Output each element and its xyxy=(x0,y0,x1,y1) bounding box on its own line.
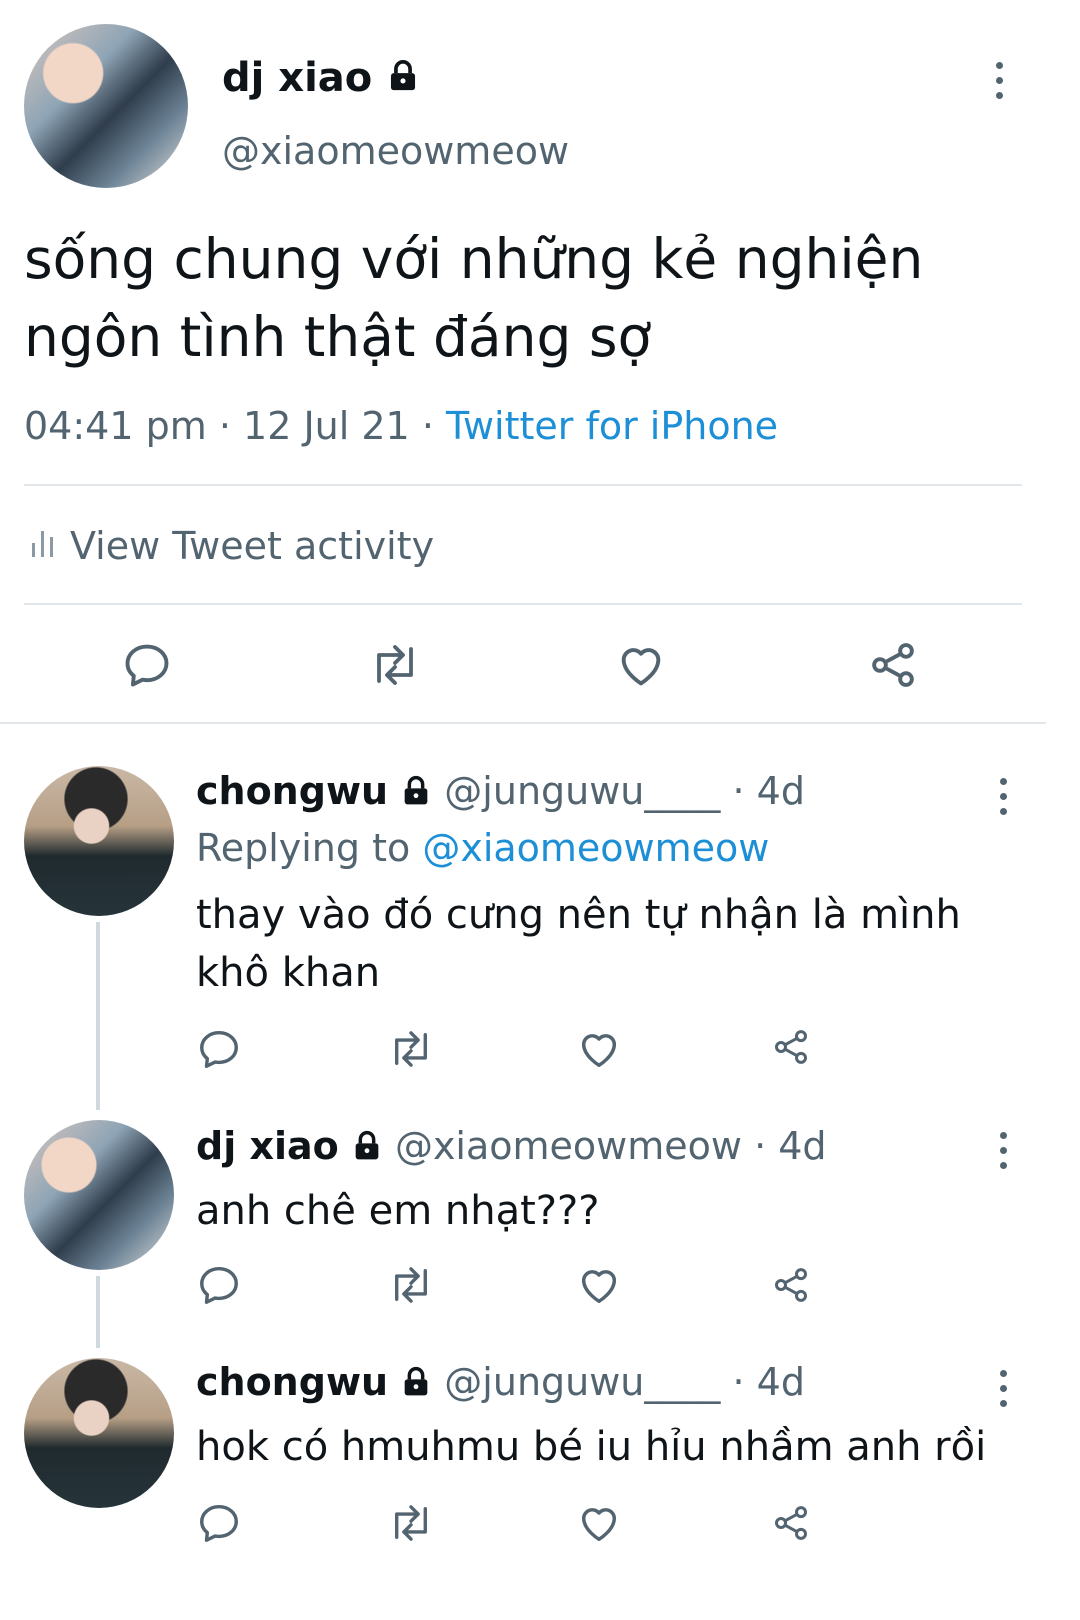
reply-display-name[interactable]: chongwu xyxy=(196,1360,388,1404)
like-button[interactable] xyxy=(574,1498,624,1548)
heart-icon xyxy=(621,648,661,686)
reply-age[interactable]: 4d xyxy=(757,769,805,813)
separator: · xyxy=(421,404,434,448)
replying-to: Replying to @xiaomeowmeow xyxy=(196,822,769,874)
thread-line xyxy=(96,922,100,1110)
tweet-text: sống chung với những kẻ nghiện ngôn tình… xyxy=(24,220,923,376)
like-button[interactable] xyxy=(574,1024,624,1074)
reply-button[interactable] xyxy=(194,1498,244,1548)
reply-age[interactable]: 4d xyxy=(778,1124,826,1168)
like-button[interactable] xyxy=(612,636,670,694)
tweet-text-line: ngôn tình thật đáng sợ xyxy=(24,305,652,369)
bar-chart-icon xyxy=(30,520,56,572)
heart-icon xyxy=(581,1508,617,1542)
thread-line xyxy=(96,1276,100,1348)
retweet-button[interactable] xyxy=(384,1260,438,1310)
reply-button[interactable] xyxy=(194,1260,244,1310)
lock-icon xyxy=(386,54,420,106)
like-button[interactable] xyxy=(574,1260,624,1310)
reply-handle[interactable]: @junguwu____ xyxy=(444,769,720,813)
reply-handle[interactable]: @xiaomeowmeow xyxy=(395,1124,742,1168)
share-button[interactable] xyxy=(864,636,922,694)
separator: · xyxy=(732,769,745,813)
retweet-icon xyxy=(395,1267,427,1303)
view-tweet-activity[interactable]: View Tweet activity xyxy=(30,520,434,572)
more-vertical-icon[interactable] xyxy=(996,58,1003,103)
author-display-name[interactable]: dj xiao xyxy=(222,55,372,101)
lock-icon xyxy=(400,1359,432,1411)
tweet-time[interactable]: 04:41 pm xyxy=(24,404,207,448)
more-vertical-icon[interactable] xyxy=(1000,774,1007,819)
retweet-button[interactable] xyxy=(384,1498,438,1548)
reply-button[interactable] xyxy=(194,1024,244,1074)
reply-avatar[interactable] xyxy=(24,766,174,916)
more-vertical-icon[interactable] xyxy=(1000,1366,1007,1411)
reply-header: chongwu @junguwu____ · 4d xyxy=(196,765,805,820)
lock-icon xyxy=(351,1123,383,1175)
reply-header: dj xiao @xiaomeowmeow · 4d xyxy=(196,1120,827,1175)
divider xyxy=(24,603,1022,605)
reply-text-line: anh chê em nhạt??? xyxy=(196,1188,600,1234)
separator: · xyxy=(218,404,231,448)
speech-bubble-icon xyxy=(200,1030,238,1068)
reply-display-name[interactable]: dj xiao xyxy=(196,1124,339,1168)
author-name-row[interactable]: dj xiao xyxy=(222,52,420,106)
tweet-source-link[interactable]: Twitter for iPhone xyxy=(446,404,778,448)
heart-icon xyxy=(581,1270,617,1304)
reply-header: chongwu @junguwu____ · 4d xyxy=(196,1356,805,1411)
reply-avatar[interactable] xyxy=(24,1358,174,1508)
share-button[interactable] xyxy=(768,1024,814,1070)
retweet-icon xyxy=(377,645,413,685)
author-avatar[interactable] xyxy=(24,24,188,188)
heart-icon xyxy=(581,1034,617,1068)
view-tweet-activity-label: View Tweet activity xyxy=(70,524,435,568)
retweet-icon xyxy=(395,1505,427,1541)
replying-to-label: Replying to xyxy=(196,826,411,870)
reply-text-line: thay vào đó cưng nên tự nhận là mình xyxy=(196,892,961,938)
divider xyxy=(0,722,1046,724)
retweet-button[interactable] xyxy=(384,1024,438,1074)
speech-bubble-icon xyxy=(200,1504,238,1542)
share-icon xyxy=(774,1030,808,1064)
lock-icon xyxy=(400,768,432,820)
reply-text-line: khô khan xyxy=(196,950,381,996)
share-icon xyxy=(774,1268,808,1302)
reply-display-name[interactable]: chongwu xyxy=(196,769,388,813)
retweet-button[interactable] xyxy=(364,636,426,694)
separator: · xyxy=(732,1360,745,1404)
replying-to-handle[interactable]: @xiaomeowmeow xyxy=(422,826,769,870)
share-icon xyxy=(774,1506,808,1540)
share-icon xyxy=(872,643,914,687)
retweet-icon xyxy=(395,1031,427,1067)
divider xyxy=(24,484,1022,486)
reply-text: hok có hmuhmu bé iu hỉu nhầm anh rồi xyxy=(196,1418,986,1476)
tweet-date[interactable]: 12 Jul 21 xyxy=(243,404,410,448)
reply-age[interactable]: 4d xyxy=(757,1360,805,1404)
author-handle[interactable]: @xiaomeowmeow xyxy=(222,126,569,176)
share-button[interactable] xyxy=(768,1262,814,1308)
reply-text-line: hok có hmuhmu bé iu hỉu nhầm anh rồi xyxy=(196,1424,987,1470)
reply-handle[interactable]: @junguwu____ xyxy=(444,1360,720,1404)
more-vertical-icon[interactable] xyxy=(1000,1128,1007,1173)
reply-text: thay vào đó cưng nên tự nhận là mình khô… xyxy=(196,886,961,1002)
speech-bubble-icon xyxy=(125,644,169,687)
tweet-meta: 04:41 pm · 12 Jul 21 · Twitter for iPhon… xyxy=(24,400,778,452)
tweet-text-line: sống chung với những kẻ nghiện xyxy=(24,227,924,291)
share-button[interactable] xyxy=(768,1500,814,1546)
separator: · xyxy=(754,1124,767,1168)
reply-avatar[interactable] xyxy=(24,1120,174,1270)
speech-bubble-icon xyxy=(200,1266,238,1304)
reply-text: anh chê em nhạt??? xyxy=(196,1182,599,1240)
reply-button[interactable] xyxy=(118,636,176,694)
